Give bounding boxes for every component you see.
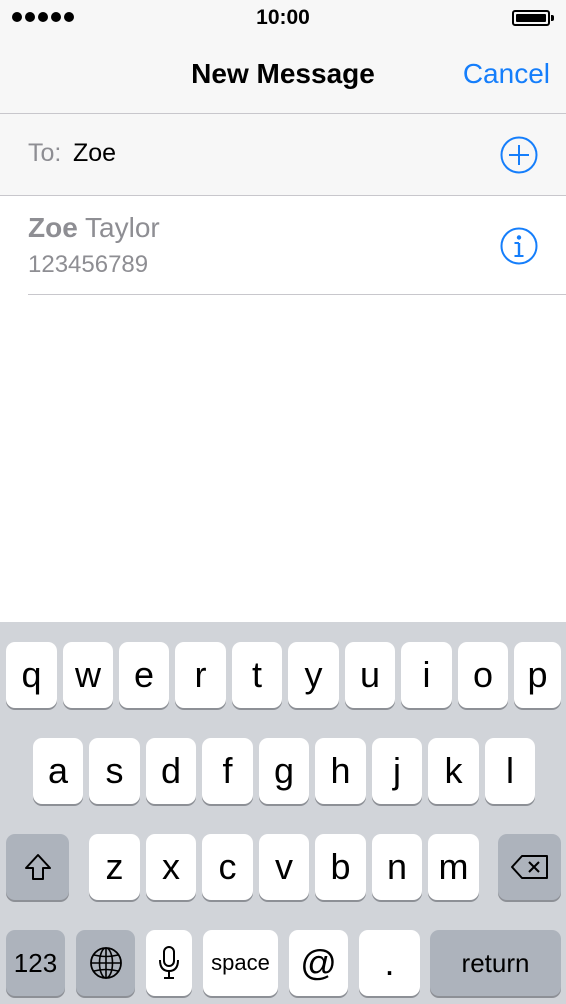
- key-r[interactable]: r: [175, 642, 226, 708]
- key-l[interactable]: l: [485, 738, 535, 804]
- key-b[interactable]: b: [315, 834, 366, 900]
- key-h[interactable]: h: [315, 738, 366, 804]
- key-z[interactable]: z: [89, 834, 140, 900]
- key-e[interactable]: e: [119, 642, 169, 708]
- globe-key[interactable]: [76, 930, 135, 996]
- key-x[interactable]: x: [146, 834, 196, 900]
- key-p[interactable]: p: [514, 642, 561, 708]
- key-s[interactable]: s: [89, 738, 140, 804]
- key-n[interactable]: n: [372, 834, 422, 900]
- numbers-key[interactable]: 123: [6, 930, 65, 996]
- key-g[interactable]: g: [259, 738, 309, 804]
- key-i[interactable]: i: [401, 642, 452, 708]
- space-key[interactable]: space: [203, 930, 278, 996]
- key-c[interactable]: c: [202, 834, 253, 900]
- key-j[interactable]: j: [372, 738, 422, 804]
- key-t[interactable]: t: [232, 642, 282, 708]
- return-key[interactable]: return: [430, 930, 561, 996]
- navigation-bar: New Message Cancel: [0, 36, 566, 114]
- info-circle-icon[interactable]: [499, 226, 539, 266]
- key-a[interactable]: a: [33, 738, 83, 804]
- key-o[interactable]: o: [458, 642, 508, 708]
- key-u[interactable]: u: [345, 642, 395, 708]
- key-y[interactable]: y: [288, 642, 339, 708]
- status-bar: 10:00: [0, 0, 566, 36]
- key-w[interactable]: w: [63, 642, 113, 708]
- key-q[interactable]: q: [6, 642, 57, 708]
- microphone-icon: [159, 946, 179, 979]
- contact-suggestion[interactable]: Zoe Taylor 123456789: [28, 196, 566, 295]
- shift-key[interactable]: [6, 834, 69, 900]
- to-label: To:: [28, 139, 62, 167]
- delete-key[interactable]: [498, 834, 561, 900]
- recipient-input[interactable]: Zoe: [73, 139, 116, 168]
- dictation-key[interactable]: [146, 930, 192, 996]
- period-key[interactable]: .: [359, 930, 420, 996]
- key-d[interactable]: d: [146, 738, 196, 804]
- contact-name-rest: Taylor: [77, 212, 160, 243]
- cancel-button[interactable]: Cancel: [463, 58, 550, 90]
- contact-name-match: Zoe: [28, 212, 78, 243]
- key-m[interactable]: m: [428, 834, 479, 900]
- key-k[interactable]: k: [428, 738, 479, 804]
- status-time: 10:00: [256, 6, 310, 29]
- keyboard: q w e r t y u i o p a s d f g h j k l z …: [0, 622, 566, 1004]
- contact-name: Zoe Taylor: [28, 212, 160, 244]
- at-key[interactable]: @: [289, 930, 348, 996]
- recipient-field-row: To: Zoe: [0, 114, 566, 196]
- globe-icon: [89, 947, 122, 979]
- key-f[interactable]: f: [202, 738, 253, 804]
- shift-icon: [24, 854, 51, 880]
- key-v[interactable]: v: [259, 834, 309, 900]
- contact-number: 123456789: [28, 251, 149, 278]
- backspace-icon: [510, 855, 548, 879]
- plus-circle-icon[interactable]: [499, 135, 539, 175]
- battery-icon: [512, 10, 554, 26]
